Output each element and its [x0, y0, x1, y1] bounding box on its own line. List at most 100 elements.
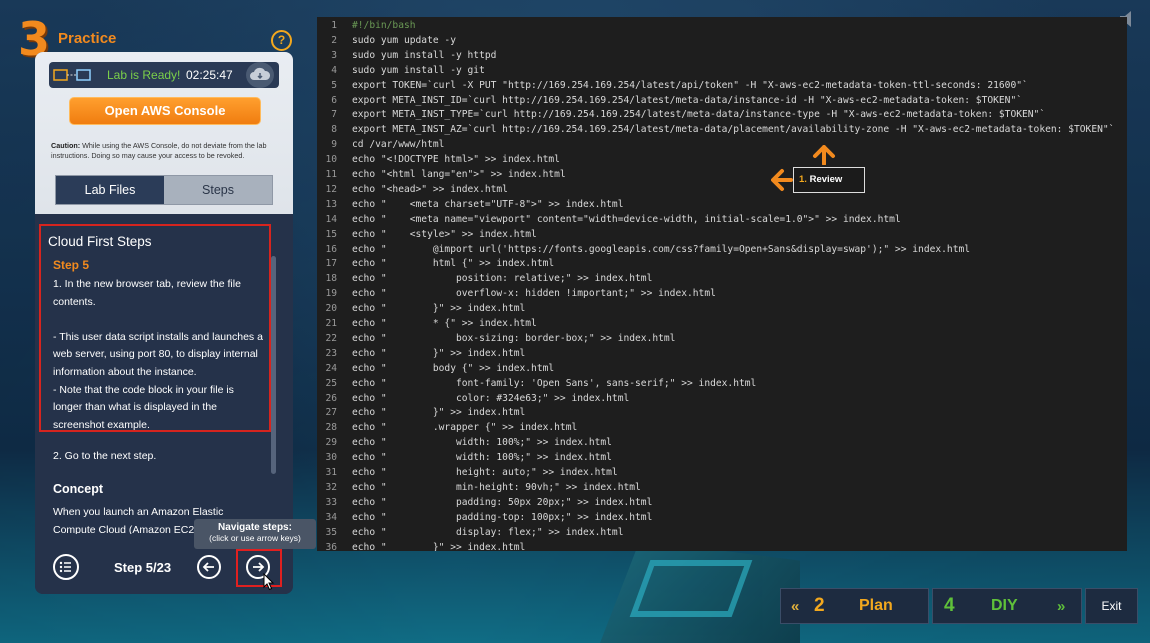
code-text: sudo yum update -y: [352, 34, 456, 46]
line-number: 27: [325, 407, 337, 419]
code-line: 30 echo " width: 100%;" >> index.html: [317, 450, 1127, 465]
code-line: 26 echo " color: #324e63;" >> index.html: [317, 391, 1127, 406]
code-line: 14 echo " <meta name="viewport" content="…: [317, 212, 1127, 227]
cloud-icon: [250, 67, 271, 80]
caution-label: Caution:: [51, 141, 81, 150]
code-text: echo " box-sizing: border-box;" >> index…: [352, 332, 676, 344]
code-line: 7 export META_INST_TYPE=`curl http://169.…: [317, 107, 1127, 122]
code-line: 25 echo " font-family: 'Open Sans', sans-…: [317, 376, 1127, 391]
line-number: 4: [331, 64, 337, 76]
code-line: 1 #!/bin/bash: [317, 18, 1127, 33]
code-line: 5 export TOKEN=`curl -X PUT "http://169.2…: [317, 78, 1127, 93]
line-number: 19: [325, 288, 337, 300]
code-line: 22 echo " box-sizing: border-box;" >> ind…: [317, 331, 1127, 346]
cloud-download-button[interactable]: [246, 62, 274, 88]
code-line: 15 echo " <style>" >> index.html: [317, 227, 1127, 242]
code-text: echo " min-height: 90vh;" >> index.html: [352, 481, 641, 493]
code-line: 35 echo " display: flex;" >> index.html: [317, 525, 1127, 540]
line-number: 7: [331, 109, 337, 121]
code-text: export META_INST_AZ=`curl http://169.254…: [352, 124, 1115, 136]
step-line: web server, using port 80, to display in…: [53, 348, 258, 361]
lab-connection-icon: [53, 69, 91, 81]
code-line: 17 echo " html {" >> index.html: [317, 256, 1127, 271]
step-line: - This user data script installs and lau…: [53, 330, 263, 343]
concept-heading: Concept: [53, 482, 103, 496]
line-number: 33: [325, 496, 337, 508]
code-text: export META_INST_TYPE=`curl http://169.2…: [352, 109, 1046, 121]
code-line: 31 echo " height: auto;" >> index.html: [317, 465, 1127, 480]
code-text: echo " <meta name="viewport" content="wi…: [352, 213, 901, 225]
exit-button[interactable]: Exit: [1085, 588, 1138, 624]
code-line: 9 cd /var/www/html: [317, 137, 1127, 152]
code-text: echo " color: #324e63;" >> index.html: [352, 392, 630, 404]
code-line: 8 export META_INST_AZ=`curl http://169.25…: [317, 122, 1127, 137]
code-text: echo " <meta charset="UTF-8">" >> index.…: [352, 198, 624, 210]
mouse-cursor-icon: [263, 573, 275, 591]
tab-lab-files[interactable]: Lab Files: [56, 176, 164, 204]
code-text: echo " .wrapper {" >> index.html: [352, 422, 578, 434]
steps-scrollbar[interactable]: [271, 256, 276, 474]
code-text: cd /var/www/html: [352, 139, 445, 151]
code-text: echo " body {" >> index.html: [352, 362, 555, 374]
code-text: echo " }" >> index.html: [352, 541, 526, 552]
code-line: 16 echo " @import url('https://fonts.goog…: [317, 242, 1127, 257]
diy-number: 4: [944, 595, 955, 616]
line-number: 12: [325, 183, 337, 195]
steps-content: Cloud First Steps Step 5 1. In the new b…: [35, 214, 293, 534]
code-line: 21 echo " * {" >> index.html: [317, 316, 1127, 331]
line-number: 13: [325, 198, 337, 210]
line-number: 36: [325, 541, 337, 552]
plan-nav-button[interactable]: « 2 Plan: [780, 588, 929, 624]
review-number: 1.: [799, 174, 807, 185]
line-number: 25: [325, 377, 337, 389]
line-number: 26: [325, 392, 337, 404]
help-icon[interactable]: ?: [271, 30, 292, 51]
orange-arrow-up-icon: [813, 145, 835, 165]
code-line: 32 echo " min-height: 90vh;" >> index.htm…: [317, 480, 1127, 495]
step-menu-button[interactable]: [53, 554, 79, 580]
arrow-left-icon: [202, 562, 214, 572]
lab-timer: 02:25:47: [186, 68, 233, 82]
line-number: 28: [325, 422, 337, 434]
code-text: echo " <style>" >> index.html: [352, 228, 537, 240]
step-line: 1. In the new browser tab, review the fi…: [53, 278, 241, 290]
code-text: export META_INST_ID=`curl http://169.254…: [352, 94, 1023, 106]
review-callout: 1. Review: [793, 167, 865, 193]
step-line: screenshot example.: [53, 418, 150, 431]
line-number: 6: [331, 94, 337, 106]
code-text: echo " padding: 50px 20px;" >> index.htm…: [352, 496, 653, 508]
line-number: 30: [325, 452, 337, 464]
code-line: 18 echo " position: relative;" >> index.h…: [317, 271, 1127, 286]
line-number: 10: [325, 154, 337, 166]
tab-steps[interactable]: Steps: [164, 176, 272, 204]
code-text: echo "<!DOCTYPE html>" >> index.html: [352, 154, 560, 166]
previous-step-button[interactable]: [197, 555, 221, 579]
step-line: longer than what is displayed in the: [53, 401, 218, 414]
code-text: echo " overflow-x: hidden !important;" >…: [352, 288, 716, 300]
line-number: 15: [325, 228, 337, 240]
code-line: 10 echo "<!DOCTYPE html>" >> index.html: [317, 152, 1127, 167]
chevron-left-icon: «: [791, 598, 800, 615]
line-number: 11: [325, 169, 337, 180]
step-line: information about the instance.: [53, 365, 197, 378]
code-line: 4 sudo yum install -y git: [317, 63, 1127, 78]
step-instructions: 1. In the new browser tab, review the fi…: [53, 276, 271, 434]
line-number: 35: [325, 526, 337, 538]
code-line: 12 echo "<head>" >> index.html: [317, 182, 1127, 197]
code-line: 27 echo " }" >> index.html: [317, 405, 1127, 420]
code-line: 20 echo " }" >> index.html: [317, 301, 1127, 316]
step-line: - Note that the code block in your file …: [53, 383, 234, 396]
plan-number: 2: [814, 595, 825, 616]
open-aws-console-button[interactable]: Open AWS Console: [69, 97, 261, 125]
code-line: 3 sudo yum install -y httpd: [317, 48, 1127, 63]
code-text: #!/bin/bash: [352, 20, 416, 31]
line-number: 2: [331, 34, 337, 46]
diy-nav-button[interactable]: 4 DIY »: [932, 588, 1082, 624]
code-text: echo " width: 100%;" >> index.html: [352, 452, 612, 464]
lab-status-bar: Lab is Ready! 02:25:47: [49, 62, 279, 88]
panel-tabs: Lab Files Steps: [55, 175, 273, 205]
line-number: 22: [325, 332, 337, 344]
code-text: echo " font-family: 'Open Sans', sans-se…: [352, 377, 757, 389]
code-line: 24 echo " body {" >> index.html: [317, 361, 1127, 376]
tooltip-title: Navigate steps:: [218, 522, 292, 533]
